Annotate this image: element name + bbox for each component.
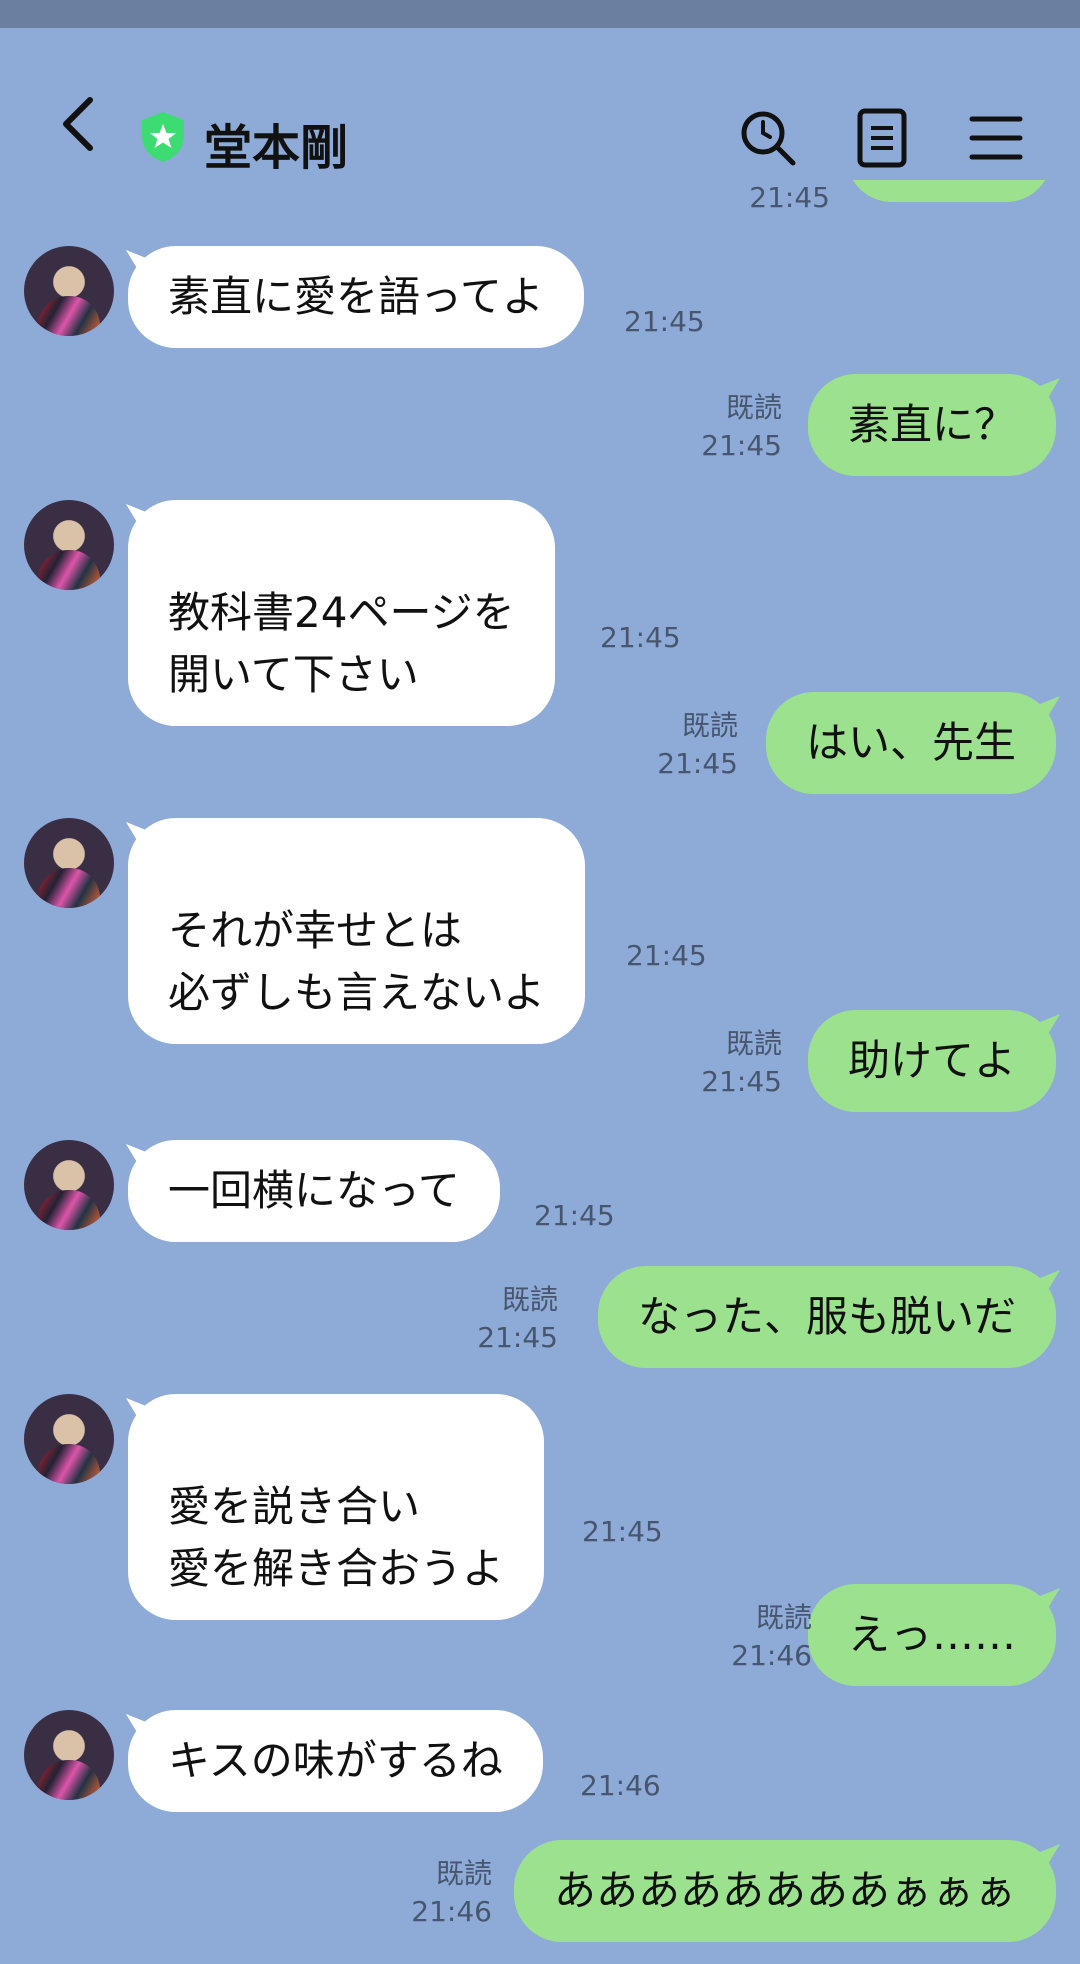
message-bubble[interactable]: 素直に愛を語ってよ: [128, 246, 584, 348]
message-time: 21:45: [534, 1199, 615, 1232]
message-bubble[interactable]: なった、服も脱いだ: [597, 1266, 1056, 1368]
read-receipt: 既読: [501, 1283, 558, 1316]
message-text: ああああああああぁぁぁ: [553, 1866, 1016, 1915]
back-button[interactable]: [48, 84, 108, 164]
message-text: 助けてよ: [847, 1036, 1016, 1085]
message-text: 愛を説き合い 愛を解き合おうよ: [168, 1482, 505, 1593]
verified-shield-icon: [142, 112, 184, 162]
message-bubble[interactable]: キスの味がするね: [128, 1710, 543, 1812]
message-text: 素直に愛を語ってよ: [168, 272, 544, 321]
message-time-partial: 21:45: [749, 181, 830, 214]
menu-button[interactable]: [964, 106, 1028, 170]
message-time: 21:45: [477, 1321, 558, 1354]
message-text: なった、服も脱いだ: [637, 1292, 1016, 1341]
menu-icon: [969, 116, 1023, 160]
search-button[interactable]: [736, 106, 800, 170]
message-text: はい、先生: [805, 718, 1016, 767]
avatar[interactable]: [24, 818, 114, 908]
read-receipt: 既読: [725, 1027, 782, 1060]
chat-title: 堂本剛: [204, 120, 349, 176]
message-time: 21:45: [701, 429, 782, 462]
message-text: えっ……: [847, 1610, 1016, 1659]
read-receipt: 既読: [725, 391, 782, 424]
search-icon: [741, 111, 796, 166]
notes-button[interactable]: [850, 106, 914, 170]
message-text: それが幸せとは 必ずしも言えないよ: [168, 906, 546, 1017]
message-time: 21:45: [657, 747, 738, 780]
message-time: 21:46: [411, 1895, 492, 1928]
message-bubble[interactable]: 教科書24ページを 開いて下さい: [128, 500, 555, 726]
chevron-left-icon: [63, 97, 93, 151]
message-time: 21:45: [624, 305, 705, 338]
read-receipt: 既読: [755, 1601, 812, 1634]
message-time: 21:45: [626, 939, 707, 972]
message-bubble[interactable]: 素直に？: [807, 374, 1056, 476]
message-text: 一回横になって: [168, 1166, 460, 1215]
message-bubble-partial[interactable]: [846, 180, 1052, 202]
message-bubble[interactable]: 一回横になって: [128, 1140, 500, 1242]
avatar[interactable]: [24, 1140, 114, 1230]
message-bubble[interactable]: それが幸せとは 必ずしも言えないよ: [128, 818, 586, 1044]
status-bar: [0, 0, 1080, 28]
avatar[interactable]: [24, 500, 114, 590]
message-list[interactable]: 21:45 素直に愛を語ってよ 21:45 素直に？ 既読 21:45 教科書2…: [0, 180, 1080, 1964]
message-time: 21:45: [701, 1065, 782, 1098]
chat-header: 堂本剛: [0, 28, 1080, 198]
message-bubble[interactable]: えっ……: [807, 1584, 1056, 1686]
message-text: 素直に？: [847, 400, 1016, 449]
message-time: 21:46: [731, 1639, 812, 1672]
read-receipt: 既読: [435, 1857, 492, 1890]
avatar[interactable]: [24, 1710, 114, 1800]
avatar[interactable]: [24, 1394, 114, 1484]
read-receipt: 既読: [681, 709, 738, 742]
message-time: 21:45: [582, 1515, 663, 1548]
message-bubble[interactable]: 愛を説き合い 愛を解き合おうよ: [128, 1394, 545, 1620]
message-time: 21:46: [580, 1769, 661, 1802]
avatar[interactable]: [24, 246, 114, 336]
message-text: 教科書24ページを 開いて下さい: [168, 588, 515, 699]
message-time: 21:45: [600, 621, 681, 654]
message-bubble[interactable]: はい、先生: [765, 692, 1056, 794]
message-bubble[interactable]: ああああああああぁぁぁ: [513, 1840, 1056, 1942]
notes-icon: [857, 108, 907, 168]
message-bubble[interactable]: 助けてよ: [807, 1010, 1056, 1112]
message-text: キスの味がするね: [168, 1736, 503, 1785]
